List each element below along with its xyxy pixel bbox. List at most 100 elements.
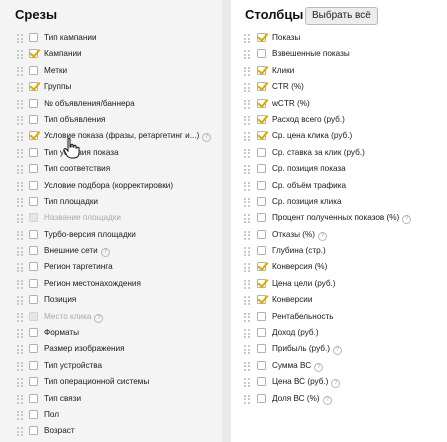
drag-handle-icon[interactable]	[244, 394, 250, 404]
drag-handle-icon[interactable]	[244, 165, 250, 175]
slices-item[interactable]: Пол	[0, 407, 222, 423]
drag-handle-icon[interactable]	[244, 312, 250, 322]
drag-handle-icon[interactable]	[244, 378, 250, 388]
slices-item[interactable]: Тип соответствия	[0, 161, 222, 177]
drag-handle-icon[interactable]	[244, 132, 250, 142]
columns-item[interactable]: Глубина (стр.)	[231, 243, 447, 259]
columns-item[interactable]: Сумма ВС?	[231, 358, 447, 374]
checkbox[interactable]	[257, 262, 266, 272]
columns-item[interactable]: Цена цели (руб.)	[231, 276, 447, 292]
slices-item[interactable]: Условие показа (фразы, ретаргетинг и...)…	[0, 128, 222, 144]
checkbox[interactable]	[29, 377, 38, 387]
slices-item[interactable]: Тип площадки	[0, 194, 222, 210]
drag-handle-icon[interactable]	[17, 378, 23, 388]
drag-handle-icon[interactable]	[17, 66, 23, 76]
checkbox[interactable]	[29, 82, 38, 92]
drag-handle-icon[interactable]	[17, 247, 23, 257]
checkbox[interactable]	[29, 426, 38, 436]
drag-handle-icon[interactable]	[17, 214, 23, 224]
checkbox[interactable]	[29, 344, 38, 354]
drag-handle-icon[interactable]	[17, 115, 23, 125]
columns-item[interactable]: Доход (руб.)	[231, 325, 447, 341]
checkbox[interactable]	[257, 131, 266, 141]
drag-handle-icon[interactable]	[17, 230, 23, 240]
slices-item[interactable]: Тип условия показа	[0, 145, 222, 161]
drag-handle-icon[interactable]	[17, 181, 23, 191]
columns-item[interactable]: Ср. позиция показа	[231, 161, 447, 177]
checkbox[interactable]	[29, 229, 38, 239]
select-all-button[interactable]: Выбрать всё	[305, 7, 378, 25]
drag-handle-icon[interactable]	[244, 66, 250, 76]
slices-item[interactable]: Группы	[0, 79, 222, 95]
slices-item[interactable]: № объявления/баннера	[0, 96, 222, 112]
drag-handle-icon[interactable]	[244, 263, 250, 273]
drag-handle-icon[interactable]	[244, 50, 250, 60]
checkbox[interactable]	[257, 196, 266, 206]
checkbox[interactable]	[257, 295, 266, 305]
columns-item[interactable]: Ср. объём трафика	[231, 178, 447, 194]
slices-item[interactable]: Турбо-версия площадки	[0, 227, 222, 243]
checkbox[interactable]	[257, 49, 266, 59]
help-icon[interactable]: ?	[314, 362, 324, 372]
checkbox[interactable]	[257, 246, 266, 256]
checkbox[interactable]	[257, 393, 266, 403]
slices-item[interactable]: Место клика?	[0, 309, 222, 325]
drag-handle-icon[interactable]	[244, 181, 250, 191]
drag-handle-icon[interactable]	[244, 279, 250, 289]
drag-handle-icon[interactable]	[17, 329, 23, 339]
drag-handle-icon[interactable]	[17, 197, 23, 207]
drag-handle-icon[interactable]	[17, 148, 23, 158]
help-icon[interactable]: ?	[402, 215, 412, 225]
drag-handle-icon[interactable]	[244, 345, 250, 355]
checkbox[interactable]	[257, 344, 266, 354]
drag-handle-icon[interactable]	[244, 247, 250, 257]
drag-handle-icon[interactable]	[244, 197, 250, 207]
checkbox[interactable]	[257, 328, 266, 338]
slices-item[interactable]: Форматы	[0, 325, 222, 341]
columns-item[interactable]: Ср. ставка за клик (руб.)	[231, 145, 447, 161]
drag-handle-icon[interactable]	[244, 148, 250, 158]
checkbox[interactable]	[257, 164, 266, 174]
drag-handle-icon[interactable]	[17, 410, 23, 420]
help-icon[interactable]: ?	[100, 248, 110, 258]
drag-handle-icon[interactable]	[244, 115, 250, 125]
drag-handle-icon[interactable]	[17, 296, 23, 306]
columns-item[interactable]: Доля ВС (%)?	[231, 391, 447, 407]
slices-item[interactable]: Тип объявления	[0, 112, 222, 128]
help-icon[interactable]: ?	[94, 313, 104, 323]
columns-item[interactable]: Прибыль (руб.)?	[231, 341, 447, 357]
checkbox[interactable]	[29, 246, 38, 256]
columns-item[interactable]: Расход всего (руб.)	[231, 112, 447, 128]
drag-handle-icon[interactable]	[17, 50, 23, 60]
slices-item[interactable]: Внешние сети?	[0, 243, 222, 259]
slices-item[interactable]: Тип кампании	[0, 30, 222, 46]
checkbox[interactable]	[257, 213, 266, 223]
columns-item[interactable]: Отказы (%)?	[231, 227, 447, 243]
checkbox[interactable]	[29, 147, 38, 157]
help-icon[interactable]: ?	[332, 346, 342, 356]
drag-handle-icon[interactable]	[17, 34, 23, 43]
columns-item[interactable]: Конверсия (%)	[231, 259, 447, 275]
slices-item[interactable]: Условие подбора (корректировки)	[0, 178, 222, 194]
slices-item[interactable]: Регион таргетинга	[0, 259, 222, 275]
columns-item[interactable]: Ср. цена клика (руб.)	[231, 128, 447, 144]
checkbox[interactable]	[29, 295, 38, 305]
checkbox[interactable]	[257, 98, 266, 108]
checkbox[interactable]	[29, 65, 38, 75]
checkbox[interactable]	[29, 98, 38, 108]
slices-item[interactable]: Регион местонахождения	[0, 276, 222, 292]
drag-handle-icon[interactable]	[17, 345, 23, 355]
checkbox[interactable]	[257, 377, 266, 387]
columns-item[interactable]: CTR (%)	[231, 79, 447, 95]
columns-item[interactable]: Процент полученных показов (%)?	[231, 210, 447, 226]
drag-handle-icon[interactable]	[244, 329, 250, 339]
drag-handle-icon[interactable]	[17, 99, 23, 109]
slices-item[interactable]: Тип операционной системы	[0, 374, 222, 390]
drag-handle-icon[interactable]	[17, 165, 23, 175]
columns-item[interactable]: Ср. позиция клика	[231, 194, 447, 210]
help-icon[interactable]: ?	[331, 379, 341, 389]
slices-item[interactable]: Размер изображения	[0, 341, 222, 357]
checkbox[interactable]	[29, 196, 38, 206]
checkbox[interactable]	[257, 65, 266, 75]
columns-item[interactable]: Конверсии	[231, 292, 447, 308]
